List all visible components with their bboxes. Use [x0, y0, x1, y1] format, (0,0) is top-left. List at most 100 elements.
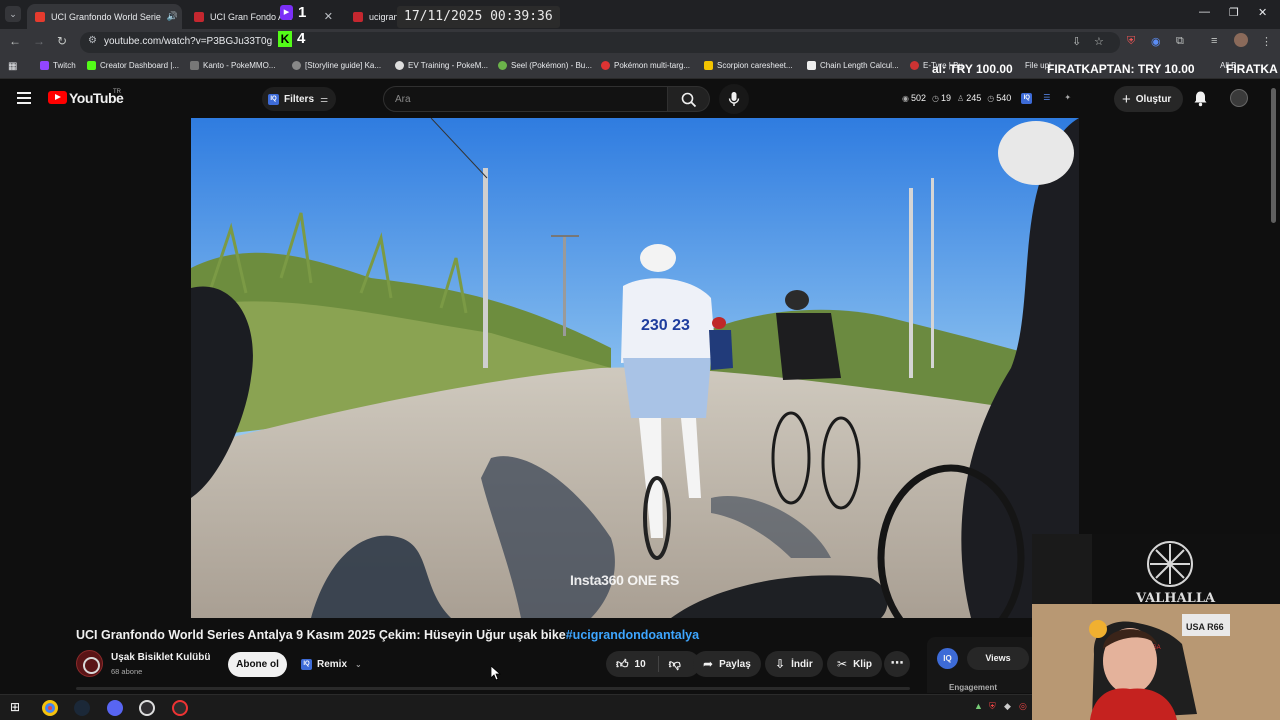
extensions-puzzle-icon[interactable]: ⧉ [1176, 35, 1184, 48]
views-tab[interactable]: Views [967, 647, 1029, 670]
bookmark-kanto[interactable]: Kanto - PokeMMO... [190, 61, 275, 70]
bookmark-pokemon-multi-target[interactable]: Pokémon multi-targ... [601, 61, 690, 70]
chrome-taskbar-icon[interactable] [42, 700, 58, 716]
obs-taskbar-icon[interactable] [139, 700, 155, 716]
bookmark-twitch[interactable]: Twitch [40, 61, 76, 70]
tray-obs-icon[interactable]: ◎ [1019, 701, 1027, 712]
kick-count: 4 [297, 30, 306, 47]
page-scrollbar[interactable] [1271, 88, 1276, 223]
bookmark-ev-training[interactable]: EV Training - PokeM... [395, 61, 488, 70]
site-icon [704, 61, 713, 70]
tab-search-button[interactable]: ⌄ [5, 6, 21, 22]
iq-extension-icon[interactable]: IQ [1021, 93, 1033, 104]
rocket-icon[interactable]: ✦ [1064, 93, 1071, 104]
clip-button[interactable]: ✂ Klip [827, 651, 882, 677]
globe-icon [190, 61, 199, 70]
create-button[interactable]: + Oluştur [1114, 86, 1184, 112]
hamburger-menu-icon[interactable] [17, 92, 31, 107]
restore-icon[interactable]: ❐ [1229, 6, 1239, 19]
bookmark-scorpion-caresheet[interactable]: Scorpion caresheet... [704, 61, 793, 70]
race-number: 230 23 [641, 317, 690, 334]
close-tab-icon[interactable]: ✕ [178, 10, 182, 23]
voice-search-button[interactable] [719, 84, 749, 114]
divider [657, 656, 659, 672]
tray-shield-icon[interactable]: ⛨ [989, 701, 996, 712]
iq-extension-icon[interactable]: IQ [937, 648, 958, 669]
site-favicon-icon [194, 11, 204, 22]
windows-start-icon[interactable]: ⊞ [10, 700, 20, 714]
iq-extension-icon: IQ [301, 659, 312, 670]
minimize-icon[interactable]: — [1199, 6, 1210, 18]
donation-ticker-left: al: TRY 100.00 [932, 62, 1013, 76]
profile-avatar-icon[interactable] [1234, 33, 1248, 47]
site-info-icon[interactable]: ⚙ [88, 35, 97, 46]
extension-shield-icon[interactable]: ⛨ [1127, 35, 1135, 48]
forward-icon[interactable]: → [33, 34, 45, 48]
tray-discord-icon[interactable]: ◆ [1004, 701, 1011, 712]
steam-taskbar-icon[interactable] [74, 700, 90, 716]
kick-icon [87, 61, 96, 70]
video-frame: 230 23 [191, 118, 1079, 618]
install-app-icon[interactable]: ⇩ [1072, 35, 1081, 48]
address-bar[interactable]: ⚙ youtube.com/watch?v=P3BGJu33T0g [80, 32, 1120, 53]
bookmark-chain-length[interactable]: Chain Length Calcul... [807, 61, 899, 70]
youtube-favicon-icon [35, 11, 45, 22]
microphone-icon [728, 92, 740, 106]
back-icon[interactable]: ← [9, 34, 21, 48]
banner-text: VALHALLA [1135, 591, 1216, 606]
tab-uci-granfondo[interactable]: UCI Granfondo World Serie 🔊 ✕ [27, 4, 182, 29]
stat-users: ♙ 245 [957, 93, 982, 103]
kick-logo-icon: K [278, 31, 292, 47]
channel-avatar[interactable] [76, 650, 103, 677]
like-dislike-group: 👍︎ 10 👎︎ [606, 651, 700, 677]
speaker-icon[interactable]: 🔊 [167, 11, 178, 22]
tab-label: UCI Granfondo World Serie [51, 11, 161, 22]
tab-search-icon[interactable]: ≡ [1211, 35, 1217, 47]
share-button[interactable]: ➦ Paylaş [693, 651, 761, 677]
share-icon: ➦ [703, 657, 714, 671]
download-button[interactable]: ⇩ İndir [765, 651, 823, 677]
app-taskbar-icon[interactable] [172, 700, 188, 716]
more-actions-icon[interactable]: ⋯ [884, 651, 910, 677]
like-icon[interactable]: 👍︎ [616, 657, 629, 672]
close-tab-icon[interactable]: ✕ [318, 10, 333, 23]
list-icon[interactable]: ☰ [1043, 93, 1050, 104]
dislike-icon[interactable]: 👎︎ [669, 657, 681, 672]
bookmark-star-icon[interactable]: ☆ [1094, 35, 1104, 48]
chevron-down-icon: ⌄ [355, 660, 362, 669]
video-player[interactable]: 230 23 [191, 118, 1079, 618]
person-icon: ♙ [957, 94, 965, 103]
account-avatar[interactable] [1230, 89, 1248, 107]
search-button[interactable] [668, 86, 710, 112]
tray-app-icon[interactable]: ▲ [974, 701, 983, 711]
notifications-bell-icon[interactable] [1193, 90, 1208, 107]
filters-button[interactable]: IQ Filters ⚌ [262, 87, 337, 111]
stat-time: ◷ 19 [932, 93, 952, 103]
hashtag-link[interactable]: #ucigrandondoantalya [566, 628, 699, 642]
reload-icon[interactable]: ↻ [57, 34, 67, 48]
twitch-overlay-icon: ▸ [280, 5, 293, 20]
tab-uci-gran-fondo-ant[interactable]: UCI Gran Fondo Ant ✕ [186, 4, 341, 29]
channel-stats: ◉ 502 ◷ 19 ♙ 245 ◷ 540 IQ ☰ ✦ [902, 93, 1073, 104]
remix-button[interactable]: IQ Remix ⌄ [295, 652, 368, 677]
search-icon [681, 92, 696, 108]
site-icon [807, 61, 816, 70]
bookmark-seel[interactable]: Seel (Pokémon) - Bu... [498, 61, 592, 70]
license-plate-text: USA R66 [1186, 622, 1224, 632]
apps-grid-icon[interactable]: ▦ [8, 61, 17, 72]
like-count[interactable]: 10 [635, 659, 646, 670]
channel-name[interactable]: Uşak Bisiklet Kulübü [111, 652, 210, 663]
windows-taskbar: ⊞ [0, 694, 1032, 720]
discord-taskbar-icon[interactable] [107, 700, 123, 716]
youtube-logo-icon[interactable] [48, 91, 67, 104]
close-window-icon[interactable]: ✕ [1258, 6, 1267, 19]
extension-iq-icon[interactable]: ◉ [1151, 35, 1161, 48]
browser-menu-icon[interactable]: ⋮ [1261, 35, 1272, 48]
subscribe-button[interactable]: Abone ol [228, 652, 287, 677]
description-divider [76, 687, 910, 690]
site-favicon-icon [353, 11, 363, 22]
bookmark-storyline-guide[interactable]: [Storyline guide] Ka... [292, 61, 381, 70]
search-input[interactable]: Ara [383, 86, 668, 112]
bookmark-creator-dashboard[interactable]: Creator Dashboard |... [87, 61, 179, 70]
bulbapedia-icon [498, 61, 507, 70]
